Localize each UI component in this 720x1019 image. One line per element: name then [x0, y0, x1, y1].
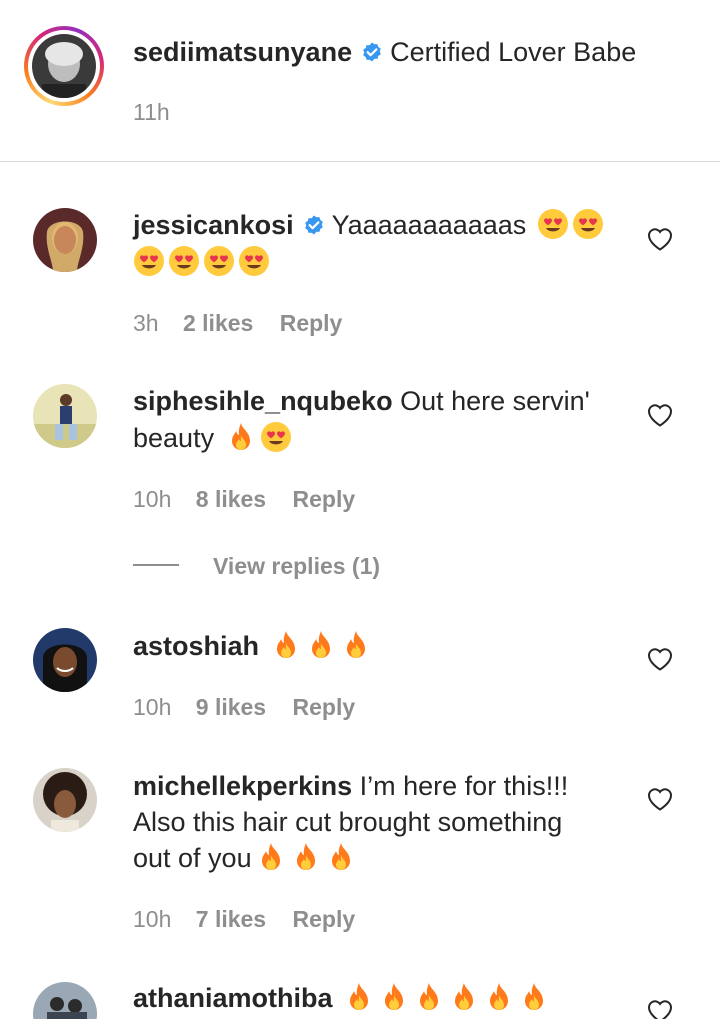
comment-line: jessicankosi Yaaaaaaaaaaas	[133, 207, 604, 243]
heart-eyes-emoji	[572, 208, 604, 240]
fire-emoji	[483, 981, 515, 1013]
likes-count[interactable]: 9 likes	[196, 692, 266, 722]
comment-username[interactable]: siphesihle_nqubeko	[133, 386, 393, 416]
heart-outline-icon[interactable]	[646, 226, 674, 252]
comment-meta: 3h 2 likes Reply	[133, 308, 342, 338]
comment-meta: 10h 9 likes Reply	[133, 692, 355, 722]
likes-count[interactable]: 8 likes	[196, 484, 266, 514]
comment-line: siphesihle_nqubeko Out here servin'	[133, 383, 590, 419]
reply-button[interactable]: Reply	[293, 692, 356, 722]
caption-text-line: sediimatsunyane Certified Lover Babe	[133, 34, 636, 70]
avatar[interactable]	[33, 768, 97, 832]
heart-eyes-emoji	[260, 421, 292, 453]
divider-line	[133, 564, 179, 566]
comment-time: 10h	[133, 694, 172, 720]
post-caption: sediimatsunyane Certified Lover Babe 11h	[0, 0, 720, 162]
fire-emoji	[225, 421, 257, 453]
comment-line	[130, 244, 270, 280]
comment-time: 10h	[133, 486, 172, 512]
fire-emoji	[340, 629, 372, 661]
avatar[interactable]	[33, 208, 97, 272]
comment-time: 10h	[133, 906, 172, 932]
heart-outline-icon[interactable]	[646, 402, 674, 428]
fire-emoji	[518, 981, 550, 1013]
fire-emoji	[305, 629, 337, 661]
caption-meta: 11h	[133, 97, 170, 127]
comment-username[interactable]: jessicankosi	[133, 210, 294, 240]
heart-eyes-emoji	[238, 245, 270, 277]
avatar[interactable]	[33, 384, 97, 448]
comment-text: out of you	[133, 843, 252, 873]
likes-count[interactable]: 2 likes	[183, 308, 253, 338]
avatar[interactable]	[33, 628, 97, 692]
comment-username[interactable]: athaniamothiba	[133, 983, 333, 1013]
fire-emoji	[255, 841, 287, 873]
avatar[interactable]	[33, 982, 97, 1019]
comment-meta: 10h 8 likes Reply	[133, 484, 355, 514]
reply-button[interactable]: Reply	[280, 308, 343, 338]
comment-username[interactable]: astoshiah	[133, 631, 259, 661]
heart-eyes-emoji	[203, 245, 235, 277]
fire-emoji	[378, 981, 410, 1013]
fire-emoji	[413, 981, 445, 1013]
fire-emoji	[448, 981, 480, 1013]
comment-text: Also this hair cut brought something	[133, 807, 563, 837]
fire-emoji	[325, 841, 357, 873]
comment-line: athaniamothiba	[133, 980, 550, 1016]
reply-button[interactable]: Reply	[293, 904, 356, 934]
verified-badge-icon	[360, 41, 384, 65]
heart-eyes-emoji	[133, 245, 165, 277]
likes-count[interactable]: 7 likes	[196, 904, 266, 934]
comment-line: beauty	[133, 420, 292, 456]
caption-username[interactable]: sediimatsunyane	[133, 37, 352, 67]
fire-emoji	[270, 629, 302, 661]
view-replies-button[interactable]: View replies (1)	[133, 550, 380, 582]
comment-line: astoshiah	[133, 628, 372, 664]
heart-outline-icon[interactable]	[646, 998, 674, 1019]
heart-outline-icon[interactable]	[646, 786, 674, 812]
comment-username[interactable]: michellekperkins	[133, 771, 352, 801]
avatar[interactable]	[32, 34, 96, 98]
comment-time: 3h	[133, 310, 159, 336]
comment-meta: 10h 7 likes Reply	[133, 904, 355, 934]
caption-time: 11h	[133, 99, 170, 125]
view-replies-label: View replies (1)	[213, 553, 381, 579]
verified-badge-icon	[302, 214, 326, 238]
comment-line: Also this hair cut brought something	[133, 804, 562, 840]
heart-outline-icon[interactable]	[646, 646, 674, 672]
heart-eyes-emoji	[537, 208, 569, 240]
comment-text: Out here servin'	[400, 386, 590, 416]
comment-text: Yaaaaaaaaaaas	[331, 210, 527, 240]
caption-text: Certified Lover Babe	[390, 37, 637, 67]
comment-text: beauty	[133, 423, 215, 453]
reply-button[interactable]: Reply	[293, 484, 356, 514]
fire-emoji	[290, 841, 322, 873]
comment-line: out of you	[133, 840, 357, 876]
story-ring[interactable]	[24, 26, 104, 106]
comment-line: michellekperkins I’m here for this!!!	[133, 768, 568, 804]
fire-emoji	[343, 981, 375, 1013]
heart-eyes-emoji	[168, 245, 200, 277]
comment-text: I’m here for this!!!	[359, 771, 569, 801]
